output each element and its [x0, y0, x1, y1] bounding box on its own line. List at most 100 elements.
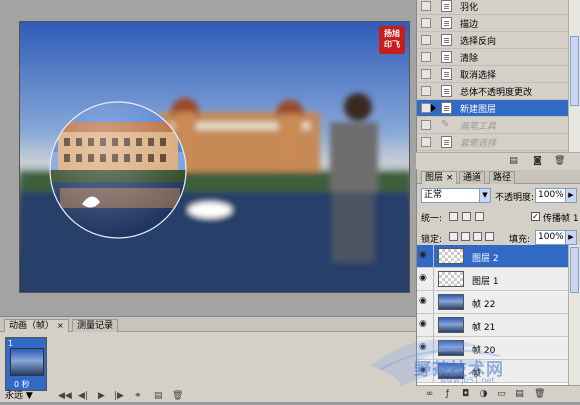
- history-snapshot-checkbox[interactable]: [421, 18, 431, 28]
- previous-frame-icon[interactable]: ◀|: [78, 390, 88, 402]
- new-layer-icon[interactable]: ▤: [514, 389, 525, 399]
- history-scroll-thumb[interactable]: [570, 36, 579, 106]
- new-document-from-state-icon[interactable]: ▤: [508, 156, 519, 166]
- tab-layers[interactable]: 图层 ×: [421, 171, 458, 184]
- new-snapshot-icon[interactable]: ◙: [532, 156, 543, 166]
- tab-measurement-label: 测量记录: [77, 321, 114, 331]
- history-step-icon: [441, 85, 452, 97]
- history-item[interactable]: ✎ 画笔工具: [417, 117, 569, 134]
- layers-scrollbar[interactable]: [568, 245, 580, 385]
- layer-row[interactable]: ◉ 帧 20: [417, 337, 569, 360]
- layers-panel: 图层 × 通道 路径 正常 ▼ 不透明度: 100% ▶ 统一: ✓ 传播帧 1…: [416, 170, 580, 402]
- history-snapshot-checkbox[interactable]: [421, 69, 431, 79]
- blend-mode-select[interactable]: 正常 ▼: [421, 188, 491, 203]
- new-group-icon[interactable]: ▭: [496, 389, 507, 399]
- history-step-icon: [441, 34, 452, 46]
- eye-icon[interactable]: ◉: [419, 343, 430, 352]
- layer-divider: [433, 314, 434, 336]
- play-icon[interactable]: ▶: [98, 390, 105, 402]
- eye-icon[interactable]: ◉: [419, 366, 430, 375]
- history-item[interactable]: 新建图层: [417, 100, 569, 117]
- layer-row[interactable]: ◉ 图层 1: [417, 268, 569, 291]
- trash-icon[interactable]: 🗑: [554, 156, 565, 166]
- layer-name[interactable]: 帧: [472, 366, 481, 379]
- history-snapshot-checkbox[interactable]: [421, 120, 431, 130]
- tab-layers-close-icon[interactable]: ×: [446, 173, 454, 183]
- tab-measurement-log[interactable]: 测量记录: [72, 319, 119, 332]
- eye-icon[interactable]: ◉: [419, 274, 430, 283]
- lock-transparency-icon[interactable]: [449, 232, 458, 241]
- propagate-frame-checkbox[interactable]: ✓: [531, 212, 540, 221]
- history-item-label: 清除: [460, 54, 479, 64]
- eye-icon[interactable]: ◉: [419, 320, 430, 329]
- layer-mask-icon[interactable]: ◘: [460, 389, 471, 399]
- history-snapshot-checkbox[interactable]: [421, 52, 431, 62]
- tween-icon[interactable]: ⚭: [134, 390, 142, 402]
- eye-icon[interactable]: ◉: [419, 297, 430, 306]
- tab-channels[interactable]: 通道: [459, 171, 486, 184]
- adjustment-layer-icon[interactable]: ◑: [478, 389, 489, 399]
- tab-paths[interactable]: 路径: [489, 171, 516, 184]
- history-scrollbar[interactable]: [568, 0, 580, 152]
- unify-position-icon[interactable]: [449, 212, 458, 221]
- history-item[interactable]: 套索选择: [417, 134, 569, 151]
- blend-mode-value: 正常: [424, 190, 443, 200]
- layer-divider: [433, 337, 434, 359]
- link-layers-icon[interactable]: ∞: [424, 389, 435, 399]
- tab-animation-close-icon[interactable]: ×: [57, 321, 64, 330]
- layer-name[interactable]: 图层 2: [472, 251, 499, 264]
- history-snapshot-checkbox[interactable]: [421, 103, 431, 113]
- animation-frame-1[interactable]: 1 0 秒: [5, 337, 47, 391]
- layer-row[interactable]: ◉ 帧 21: [417, 314, 569, 337]
- layer-name[interactable]: 帧 20: [472, 343, 495, 356]
- eye-icon[interactable]: ◉: [419, 251, 430, 260]
- chevron-right-icon[interactable]: ▶: [565, 189, 576, 202]
- chevron-down-icon[interactable]: ▼: [479, 189, 490, 202]
- history-snapshot-checkbox[interactable]: [421, 86, 431, 96]
- lock-paint-icon[interactable]: [461, 232, 470, 241]
- layer-row[interactable]: ◉ 帧: [417, 360, 569, 383]
- chevron-right-icon[interactable]: ▶: [565, 231, 576, 244]
- history-item-label: 取消选择: [460, 71, 497, 81]
- next-frame-icon[interactable]: |▶: [114, 390, 124, 402]
- history-step-icon: [441, 51, 452, 63]
- history-item[interactable]: 选择反向: [417, 32, 569, 49]
- history-item-label: 画笔工具: [460, 122, 497, 132]
- delete-frame-icon[interactable]: 🗑: [172, 390, 183, 402]
- layer-divider: [433, 291, 434, 313]
- unify-style-icon[interactable]: [475, 212, 484, 221]
- history-item[interactable]: 描边: [417, 15, 569, 32]
- delete-layer-icon[interactable]: 🗑: [534, 389, 545, 399]
- layer-name[interactable]: 帧 21: [472, 320, 495, 333]
- unify-visibility-icon[interactable]: [462, 212, 471, 221]
- history-item[interactable]: 取消选择: [417, 66, 569, 83]
- lock-move-icon[interactable]: [473, 232, 482, 241]
- layer-style-icon[interactable]: ƒ: [442, 389, 453, 399]
- canvas-area: 扬旭 印飞: [0, 0, 416, 316]
- layer-name[interactable]: 帧 22: [472, 297, 495, 310]
- history-item[interactable]: 羽化: [417, 0, 569, 15]
- history-item[interactable]: 清除: [417, 49, 569, 66]
- opacity-input[interactable]: 100% ▶: [535, 188, 577, 203]
- layers-scroll-thumb[interactable]: [570, 247, 579, 293]
- layer-row[interactable]: ◉ 图层 2: [417, 245, 569, 268]
- layer-row[interactable]: ◉ 帧 22: [417, 291, 569, 314]
- animation-panel: 动画（帧） × 测量记录 1 0 秒 永远 ▼ ◀◀ ◀| ▶ |▶ ⚭ ▤ 🗑: [0, 316, 416, 402]
- history-item-label: 选择反向: [460, 37, 497, 47]
- first-frame-icon[interactable]: ◀◀: [58, 390, 72, 402]
- history-snapshot-checkbox[interactable]: [421, 35, 431, 45]
- history-snapshot-checkbox[interactable]: [421, 1, 431, 11]
- fill-input[interactable]: 100% ▶: [535, 230, 577, 245]
- layer-divider: [433, 245, 434, 267]
- history-item-label: 总体不透明度更改: [460, 88, 533, 98]
- tab-animation-frames[interactable]: 动画（帧） ×: [4, 319, 69, 332]
- layer-name[interactable]: 图层 1: [472, 274, 499, 287]
- history-item-label: 羽化: [460, 3, 479, 13]
- layer-thumbnail: [438, 340, 464, 356]
- opacity-value: 100%: [538, 190, 564, 200]
- document-canvas[interactable]: 扬旭 印飞: [19, 21, 410, 293]
- history-snapshot-checkbox[interactable]: [421, 137, 431, 147]
- history-item[interactable]: 总体不透明度更改: [417, 83, 569, 100]
- lock-all-icon[interactable]: [485, 232, 494, 241]
- duplicate-frame-icon[interactable]: ▤: [154, 390, 163, 402]
